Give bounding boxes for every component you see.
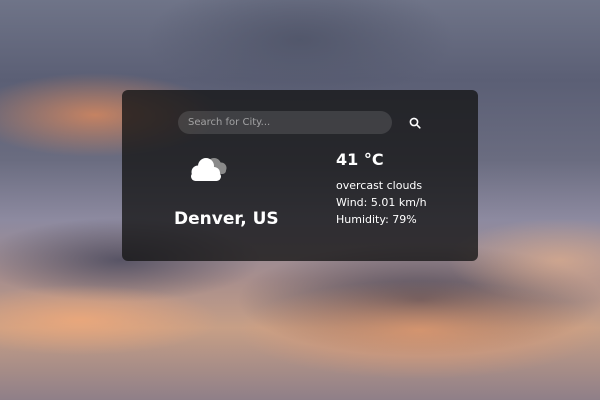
weather-description: overcast clouds: [336, 179, 423, 192]
weather-card: Denver, US 41 °C overcast clouds Wind: 5…: [122, 90, 478, 261]
search-input[interactable]: [178, 111, 392, 134]
wind-speed: Wind: 5.01 km/h: [336, 196, 427, 209]
humidity: Humidity: 79%: [336, 213, 417, 226]
city-name: Denver, US: [174, 209, 279, 229]
search-icon: [409, 117, 421, 129]
search-bar: [178, 111, 421, 134]
temperature: 41 °C: [336, 150, 384, 169]
overcast-clouds-icon: [191, 158, 227, 181]
weather-details: 41 °C overcast clouds Wind: 5.01 km/h Hu…: [336, 150, 427, 228]
search-button[interactable]: [404, 111, 426, 134]
